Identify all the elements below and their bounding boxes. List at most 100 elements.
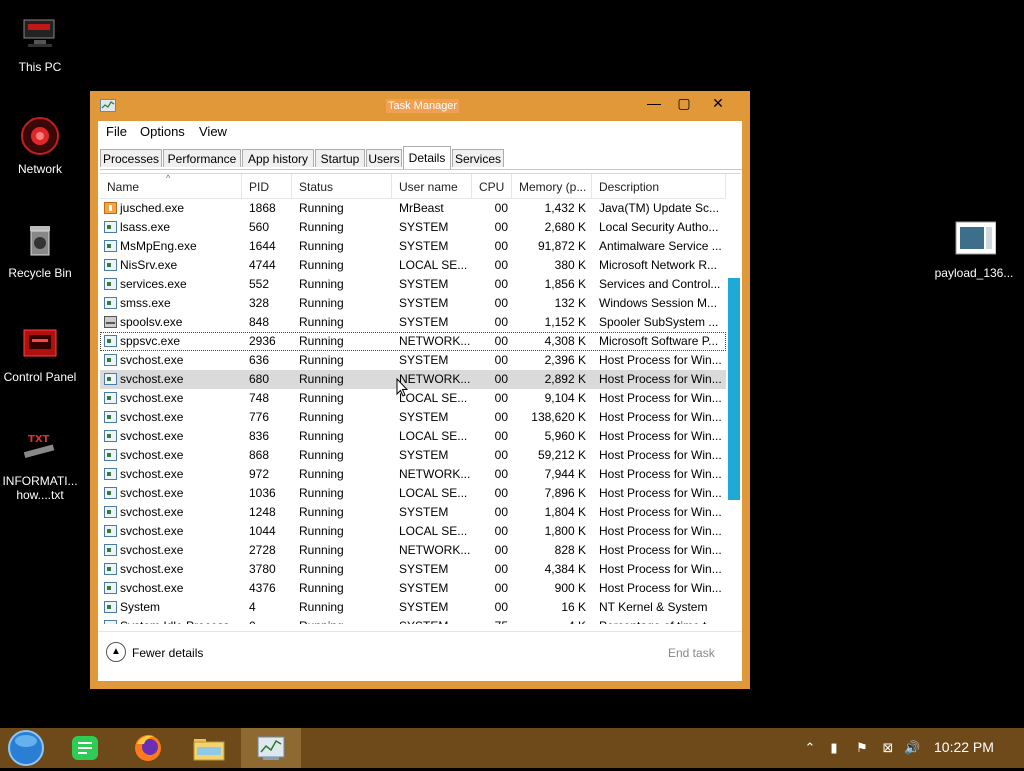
desktop-icon-this-pc[interactable]: This PC bbox=[0, 12, 80, 74]
minimize-button[interactable]: — bbox=[638, 93, 670, 113]
cell-status: Running bbox=[299, 201, 344, 215]
column-header-description[interactable]: Description bbox=[592, 174, 726, 198]
table-row[interactable]: jusched.exe 1868 Running MrBeast 00 1,432 K Ja… bbox=[100, 199, 726, 218]
cell-description: Host Process for Win... bbox=[599, 429, 722, 443]
table-row[interactable]: services.exe 552 Running SYSTEM 00 1,856 K Ser… bbox=[100, 275, 726, 294]
tab-app-history[interactable]: App history bbox=[242, 149, 314, 167]
table-row[interactable]: svchost.exe 836 Running LOCAL SE... 00 5,960 … bbox=[100, 427, 726, 446]
tray-app-icon[interactable]: ▮ bbox=[826, 740, 842, 756]
table-row[interactable]: MsMpEng.exe 1644 Running SYSTEM 00 91,872 K An… bbox=[100, 237, 726, 256]
cell-name: lsass.exe bbox=[120, 220, 171, 234]
table-row[interactable]: spoolsv.exe 848 Running SYSTEM 00 1,152 K Spoo… bbox=[100, 313, 726, 332]
cell-user-name: SYSTEM bbox=[399, 410, 449, 424]
table-row[interactable]: lsass.exe 560 Running SYSTEM 00 2,680 K Local … bbox=[100, 218, 726, 237]
cell-status: Running bbox=[299, 448, 344, 462]
network-disconnected-icon[interactable]: ⊠ bbox=[880, 740, 896, 756]
title-bar[interactable]: Task Manager — ▢ ✕ bbox=[90, 91, 750, 121]
table-row[interactable]: svchost.exe 868 Running SYSTEM 00 59,212 K Hos… bbox=[100, 446, 726, 465]
folder-icon bbox=[193, 739, 225, 761]
cell-pid: 552 bbox=[249, 277, 270, 291]
desktop-icon-label: Control Panel bbox=[3, 370, 77, 384]
close-button[interactable]: ✕ bbox=[702, 93, 734, 113]
cell-user-name: LOCAL SE... bbox=[399, 524, 468, 538]
cell-user-name: SYSTEM bbox=[399, 220, 449, 234]
column-header-cpu[interactable]: CPU bbox=[472, 174, 512, 198]
table-row[interactable]: NisSrv.exe 4744 Running LOCAL SE... 00 380 K M… bbox=[100, 256, 726, 275]
end-task-button[interactable]: End task bbox=[668, 646, 715, 660]
menu-file[interactable]: File bbox=[106, 124, 127, 139]
table-row[interactable]: svchost.exe 4376 Running SYSTEM 00 900 K Host … bbox=[100, 579, 726, 598]
cell-status: Running bbox=[299, 239, 344, 253]
volume-icon[interactable]: 🔊 bbox=[904, 740, 920, 756]
cell-description: NT Kernel & System bbox=[599, 600, 708, 614]
cell-status: Running bbox=[299, 581, 344, 595]
column-header-name[interactable]: Name ^ bbox=[100, 174, 242, 198]
table-row[interactable]: sppsvc.exe 2936 Running NETWORK... 00 4,308 K… bbox=[100, 332, 726, 351]
start-button[interactable] bbox=[0, 728, 56, 768]
cell-user-name: SYSTEM bbox=[399, 296, 449, 310]
table-row[interactable]: svchost.exe 1248 Running SYSTEM 00 1,804 K Hos… bbox=[100, 503, 726, 522]
cell-name: sppsvc.exe bbox=[120, 334, 181, 348]
cell-memory: 380 K bbox=[554, 258, 586, 272]
cell-cpu: 75 bbox=[472, 617, 512, 624]
taskbar: ⌃ ▮ ⚑ ⊠ 🔊 10:22 PM bbox=[0, 728, 1024, 768]
table-row[interactable]: svchost.exe 1036 Running LOCAL SE... 00 7,896… bbox=[100, 484, 726, 503]
cell-description: Host Process for Win... bbox=[599, 486, 722, 500]
table-row[interactable]: svchost.exe 748 Running LOCAL SE... 00 9,104 … bbox=[100, 389, 726, 408]
table-row[interactable]: svchost.exe 636 Running SYSTEM 00 2,396 K Host… bbox=[100, 351, 726, 370]
desktop-icon-control-panel[interactable]: Control Panel bbox=[0, 322, 80, 384]
table-row[interactable]: smss.exe 328 Running SYSTEM 00 132 K Windows S… bbox=[100, 294, 726, 313]
cell-cpu: 00 bbox=[494, 448, 508, 462]
show-hidden-icons-icon[interactable]: ⌃ bbox=[802, 740, 818, 756]
cell-memory: 9,104 K bbox=[544, 391, 586, 405]
cell-status: Running bbox=[299, 600, 344, 614]
column-header-memory[interactable]: Memory (p... bbox=[512, 174, 592, 198]
details-table: Name ^ PID Status User name CPU Memory (… bbox=[100, 173, 740, 624]
table-row[interactable]: svchost.exe 776 Running SYSTEM 00 138,620 K Ho… bbox=[100, 408, 726, 427]
taskbar-firefox[interactable] bbox=[120, 728, 176, 768]
table-row[interactable]: svchost.exe 1044 Running LOCAL SE... 00 1,800… bbox=[100, 522, 726, 541]
cell-pid: 1036 bbox=[249, 486, 276, 500]
taskbar-file-explorer[interactable] bbox=[180, 728, 236, 768]
cell-name: svchost.exe bbox=[120, 467, 184, 481]
scrollbar-thumb[interactable] bbox=[728, 278, 740, 500]
desktop-icon-network[interactable]: Network bbox=[0, 114, 80, 176]
tab-processes[interactable]: Processes bbox=[100, 149, 162, 167]
tab-services[interactable]: Services bbox=[452, 149, 504, 167]
menu-options[interactable]: Options bbox=[140, 124, 185, 139]
action-center-icon[interactable]: ⚑ bbox=[854, 740, 870, 756]
cell-pid: 4744 bbox=[249, 258, 276, 272]
menu-view[interactable]: View bbox=[199, 124, 227, 139]
table-row[interactable]: svchost.exe 680 Running NETWORK... 00 2,892 K… bbox=[100, 370, 726, 389]
column-header-user-name[interactable]: User name bbox=[392, 174, 472, 198]
table-row[interactable]: System Idle Process0RunningSYSTEM754 KPe… bbox=[100, 617, 726, 624]
maximize-button[interactable]: ▢ bbox=[668, 93, 700, 113]
fewer-details-link[interactable]: Fewer details bbox=[132, 646, 203, 660]
chevron-up-icon[interactable]: ▲ bbox=[106, 642, 126, 662]
table-row[interactable]: svchost.exe 972 Running NETWORK... 00 7,944 K… bbox=[100, 465, 726, 484]
tab-details[interactable]: Details bbox=[403, 146, 451, 169]
taskbar-task-manager[interactable] bbox=[241, 728, 301, 768]
tab-performance[interactable]: Performance bbox=[163, 149, 241, 167]
cell-status: Running bbox=[299, 562, 344, 576]
desktop-icon-recycle-bin[interactable]: Recycle Bin bbox=[0, 218, 80, 280]
cell-memory: 4,308 K bbox=[544, 334, 586, 348]
desktop-icon-payload[interactable]: payload_136... bbox=[934, 218, 1014, 280]
desktop-icon-info-txt[interactable]: TXT INFORMATI... how....txt bbox=[0, 426, 80, 502]
table-row[interactable]: svchost.exe 3780 Running SYSTEM 00 4,384 K Hos… bbox=[100, 560, 726, 579]
table-row[interactable]: svchost.exe 2728 Running NETWORK... 00 828 K H… bbox=[100, 541, 726, 560]
cell-name: svchost.exe bbox=[120, 391, 184, 405]
column-header-status[interactable]: Status bbox=[292, 174, 392, 198]
cell-user-name: SYSTEM bbox=[399, 353, 449, 367]
taskbar-notes-app[interactable] bbox=[58, 728, 114, 768]
column-header-pid[interactable]: PID bbox=[242, 174, 292, 198]
tab-startup[interactable]: Startup bbox=[315, 149, 365, 167]
cell-name: svchost.exe bbox=[120, 429, 184, 443]
cell-pid: 836 bbox=[249, 429, 270, 443]
tab-users[interactable]: Users bbox=[366, 149, 402, 167]
cell-pid: 636 bbox=[249, 353, 270, 367]
desktop-icon-label: Network bbox=[17, 162, 62, 176]
table-row[interactable]: System 4 Running SYSTEM 00 16 K NT Kernel & Sy… bbox=[100, 598, 726, 617]
column-header-label: Name bbox=[107, 180, 140, 194]
system-clock[interactable]: 10:22 PM bbox=[934, 739, 994, 755]
